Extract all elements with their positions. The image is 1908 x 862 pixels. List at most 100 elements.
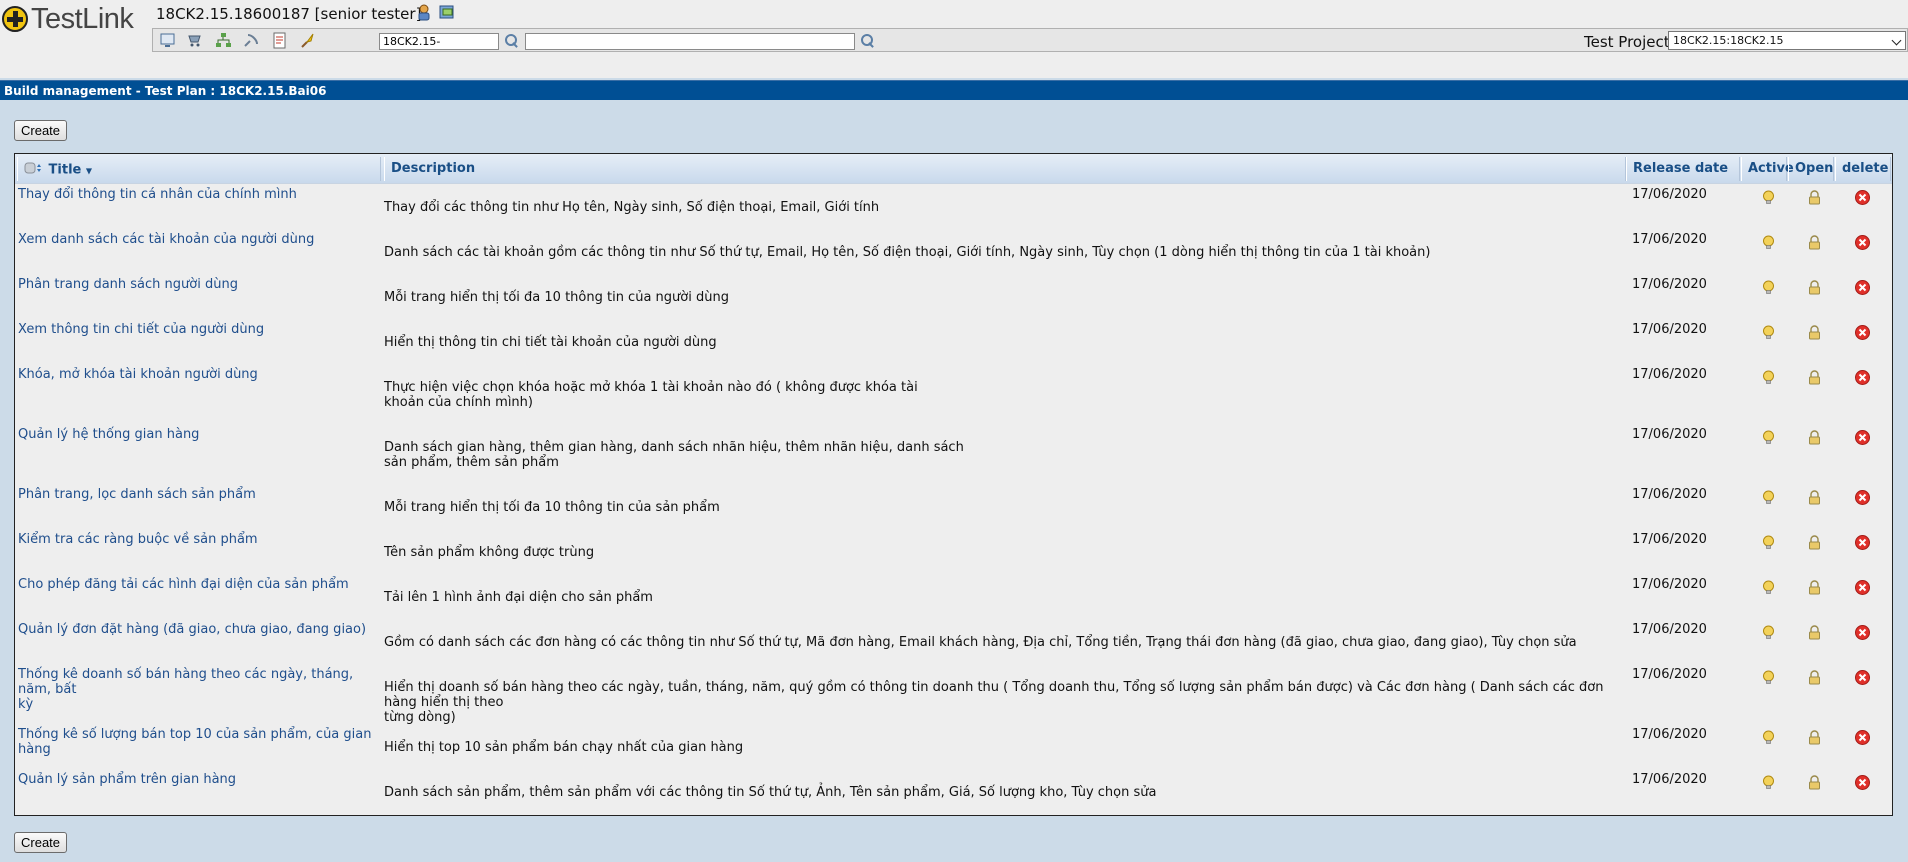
delete-icon[interactable] (1855, 730, 1870, 745)
open-lock-icon[interactable] (1807, 775, 1822, 790)
delete-icon[interactable] (1855, 235, 1870, 250)
release-date: 17/06/2020 (1632, 532, 1707, 547)
build-description: Mỗi trang hiển thị tối đa 10 thông tin c… (384, 290, 729, 305)
active-bulb-icon[interactable] (1761, 325, 1776, 340)
active-bulb-icon[interactable] (1761, 730, 1776, 745)
build-title-link[interactable]: Quản lý hệ thống gian hàng (18, 427, 390, 442)
build-title-link[interactable]: Thay đổi thông tin cá nhân của chính mìn… (18, 187, 390, 202)
test-specification-icon[interactable] (215, 32, 232, 49)
active-bulb-icon[interactable] (1761, 490, 1776, 505)
execute-tests-icon[interactable] (243, 32, 260, 49)
search-icon[interactable] (505, 34, 519, 48)
active-bulb-icon[interactable] (1761, 625, 1776, 640)
active-bulb-icon[interactable] (1761, 670, 1776, 685)
delete-icon[interactable] (1855, 670, 1870, 685)
active-bulb-icon[interactable] (1761, 580, 1776, 595)
requirements-icon[interactable] (187, 32, 204, 49)
build-description: Hiển thị thông tin chi tiết tài khoản củ… (384, 335, 717, 350)
table-header: Title ▼ Description Release date Active … (15, 154, 1892, 184)
column-title-label: Title (48, 162, 82, 178)
build-description: Mỗi trang hiển thị tối đa 10 thông tin c… (384, 500, 720, 515)
open-lock-icon[interactable] (1807, 235, 1822, 250)
build-title-link[interactable]: Cho phép đăng tải các hình đại diện của … (18, 577, 390, 592)
build-title-link[interactable]: Khóa, mở khóa tài khoản người dùng (18, 367, 390, 382)
open-lock-icon[interactable] (1807, 325, 1822, 340)
delete-icon[interactable] (1855, 580, 1870, 595)
top-header: TestLink 18CK2.15.18600187 [senior teste… (0, 0, 1908, 78)
build-description: Danh sách các tài khoản gồm các thông ti… (384, 245, 1431, 260)
group-toggle-icon[interactable] (24, 161, 42, 179)
builds-table: Title ▼ Description Release date Active … (14, 153, 1893, 816)
active-bulb-icon[interactable] (1761, 235, 1776, 250)
active-bulb-icon[interactable] (1761, 430, 1776, 445)
build-title-link[interactable]: Thống kê số lượng bán top 10 của sản phẩ… (18, 727, 390, 757)
open-lock-icon[interactable] (1807, 670, 1822, 685)
build-description: Thực hiện việc chọn khóa hoặc mở khóa 1 … (384, 380, 918, 410)
sort-desc-icon[interactable]: ▼ (86, 167, 92, 176)
build-title-link[interactable]: Quản lý đơn đặt hàng (đã giao, chưa giao… (18, 622, 390, 637)
open-lock-icon[interactable] (1807, 280, 1822, 295)
open-lock-icon[interactable] (1807, 730, 1822, 745)
active-bulb-icon[interactable] (1761, 775, 1776, 790)
active-bulb-icon[interactable] (1761, 190, 1776, 205)
build-title-link[interactable]: Thống kê doanh số bán hàng theo các ngày… (18, 667, 390, 712)
logout-icon[interactable] (439, 4, 456, 21)
active-bulb-icon[interactable] (1761, 535, 1776, 550)
open-lock-icon[interactable] (1807, 370, 1822, 385)
build-title-link[interactable]: Quản lý sản phẩm trên gian hàng (18, 772, 390, 787)
build-title-link[interactable]: Phân trang, lọc danh sách sản phẩm (18, 487, 390, 502)
delete-icon[interactable] (1855, 625, 1870, 640)
delete-icon[interactable] (1855, 370, 1870, 385)
user-info: 18CK2.15.18600187 [senior tester] (156, 5, 422, 23)
delete-icon[interactable] (1855, 535, 1870, 550)
delete-icon[interactable] (1855, 190, 1870, 205)
delete-icon[interactable] (1855, 490, 1870, 505)
testcase-id-input[interactable] (379, 33, 499, 50)
active-bulb-icon[interactable] (1761, 280, 1776, 295)
column-active[interactable]: Active (1741, 157, 1794, 181)
build-title-link[interactable]: Phân trang danh sách người dùng (18, 277, 390, 292)
test-project-select[interactable]: 18CK2.15:18CK2.15 (1668, 31, 1906, 50)
user-profile-icon[interactable] (416, 4, 433, 21)
build-description: Hiển thị top 10 sản phẩm bán chạy nhất c… (384, 740, 744, 755)
open-lock-icon[interactable] (1807, 535, 1822, 550)
reports-icon[interactable] (271, 32, 288, 49)
logo-icon (2, 6, 28, 32)
testcase-search-input[interactable] (525, 33, 855, 50)
column-open[interactable]: Open (1788, 157, 1834, 181)
testlink-logo[interactable]: TestLink (0, 3, 134, 35)
build-description: Gồm có danh sách các đơn hàng có các thô… (384, 635, 1577, 650)
build-description: Thay đổi các thông tin như Họ tên, Ngày … (384, 200, 880, 215)
delete-icon[interactable] (1855, 325, 1870, 340)
user-icons (416, 4, 456, 21)
column-release-date[interactable]: Release date (1626, 157, 1740, 181)
open-lock-icon[interactable] (1807, 625, 1822, 640)
build-title-link[interactable]: Kiểm tra các ràng buộc về sản phẩm (18, 532, 390, 547)
create-button[interactable]: Create (14, 120, 68, 141)
delete-icon[interactable] (1855, 775, 1870, 790)
test-project-value: 18CK2.15:18CK2.15 (1673, 34, 1784, 47)
search-icon[interactable] (861, 34, 875, 48)
column-delete[interactable]: delete (1835, 157, 1891, 181)
column-title[interactable]: Title ▼ (17, 157, 381, 181)
build-title-link[interactable]: Xem thông tin chi tiết của người dùng (18, 322, 390, 337)
desktop-icon[interactable] (159, 32, 176, 49)
page-title: Build management - Test Plan : 18CK2.15.… (0, 80, 1908, 100)
release-date: 17/06/2020 (1632, 577, 1707, 592)
build-title-link[interactable]: Xem danh sách các tài khoản của người dù… (18, 232, 390, 247)
build-description: Tải lên 1 hình ảnh đại diện cho sản phẩm (384, 590, 653, 605)
active-bulb-icon[interactable] (1761, 370, 1776, 385)
open-lock-icon[interactable] (1807, 490, 1822, 505)
release-date: 17/06/2020 (1632, 232, 1707, 247)
open-lock-icon[interactable] (1807, 190, 1822, 205)
release-date: 17/06/2020 (1632, 187, 1707, 202)
create-button-bottom[interactable]: Create (14, 832, 68, 853)
column-description[interactable]: Description (384, 157, 1626, 181)
delete-icon[interactable] (1855, 280, 1870, 295)
open-lock-icon[interactable] (1807, 580, 1822, 595)
delete-icon[interactable] (1855, 430, 1870, 445)
events-icon[interactable] (299, 32, 316, 49)
build-description: Tên sản phẩm không được trùng (384, 545, 595, 560)
open-lock-icon[interactable] (1807, 430, 1822, 445)
release-date: 17/06/2020 (1632, 622, 1707, 637)
